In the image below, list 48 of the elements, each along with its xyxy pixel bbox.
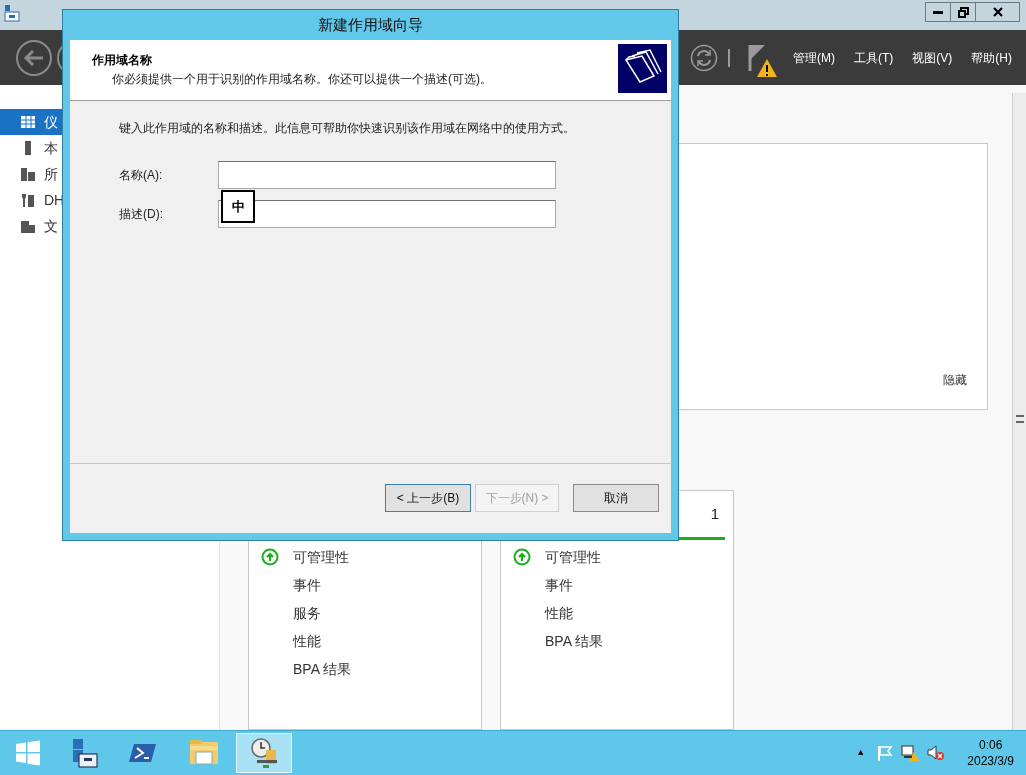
clock-date[interactable]: 2023/3/9: [967, 753, 1014, 769]
tile-item[interactable]: 性能: [545, 602, 573, 624]
status-up-icon: [261, 548, 279, 566]
restore-button[interactable]: [951, 2, 976, 22]
header-subtitle: 你必须提供一个用于识别的作用域名称。你还可以提供一个描述(可选)。: [111, 71, 492, 88]
minimize-button[interactable]: [925, 2, 951, 22]
scrollbar[interactable]: [1012, 93, 1026, 730]
network-warning-icon[interactable]: [901, 744, 920, 762]
wizard-button[interactable]: < 上一步(B): [385, 484, 471, 512]
text-input[interactable]: [218, 161, 556, 189]
text-input[interactable]: [218, 200, 556, 228]
wizard-button[interactable]: 取消: [573, 484, 659, 512]
tile-item[interactable]: 事件: [545, 574, 573, 596]
close-button[interactable]: [976, 2, 1020, 22]
field-label: 描述(D):: [119, 206, 164, 223]
tile-item[interactable]: 事件: [293, 574, 321, 596]
folders-icon: [618, 44, 667, 93]
close-icon: [992, 7, 1003, 17]
tile-item[interactable]: BPA 结果: [293, 658, 352, 680]
tray-arrow[interactable]: ▲: [856, 746, 866, 760]
field-label: 名称(A):: [119, 167, 164, 184]
menu-item[interactable]: 视图(V): [912, 48, 953, 67]
status-up-icon: [513, 548, 531, 566]
instruction-text: 键入此作用域的名称和描述。此信息可帮助你快速识别该作用域在网络中的使用方式。: [118, 120, 576, 137]
files-icon: [20, 218, 36, 234]
tile-item[interactable]: 性能: [293, 630, 321, 652]
dialog-title: 新建作用域向导: [317, 14, 424, 35]
dashboard-icon: [20, 114, 36, 130]
clock-time[interactable]: 0:06: [978, 737, 1003, 753]
tile-item[interactable]: BPA 结果: [545, 630, 604, 652]
ime-indicator[interactable]: 中: [221, 190, 255, 223]
tile-item[interactable]: 可管理性: [293, 546, 349, 568]
dhcp-icon: [20, 192, 36, 208]
tile-item[interactable]: 服务: [293, 602, 321, 624]
hide-link[interactable]: 隐藏: [943, 371, 967, 389]
servers-icon: [20, 166, 36, 182]
tile-item[interactable]: 可管理性: [545, 546, 601, 568]
app-icon: [4, 4, 20, 22]
tile-count: 1: [710, 504, 719, 524]
menu-item[interactable]: 帮助(H): [971, 48, 1012, 67]
restore-icon: [957, 6, 969, 18]
menu-item[interactable]: 管理(M): [793, 48, 835, 67]
back-icon[interactable]: [15, 38, 53, 77]
header-title: 作用域名称: [92, 52, 153, 69]
refresh-icon[interactable]: [690, 43, 718, 72]
taskbar-app[interactable]: [236, 733, 292, 773]
speaker-muted-icon[interactable]: [927, 744, 946, 762]
menu-item[interactable]: 工具(T): [854, 48, 894, 67]
